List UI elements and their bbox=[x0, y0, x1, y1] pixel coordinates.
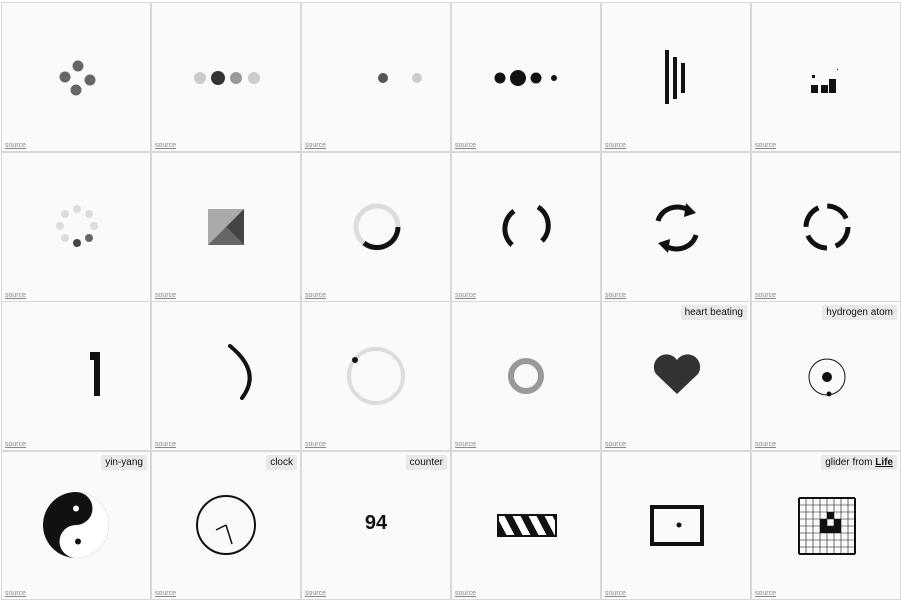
cell-pulse-ring: source bbox=[451, 301, 601, 451]
counter-value: 94 bbox=[364, 512, 388, 534]
source-link[interactable]: source bbox=[755, 590, 776, 597]
cell-growing-dots: source bbox=[451, 2, 601, 152]
yin-yang-icon bbox=[43, 492, 109, 558]
label-glider-prefix: glider from bbox=[825, 457, 876, 468]
cell-dots-cross: source bbox=[1, 2, 151, 152]
cell-blocks: source bbox=[751, 2, 901, 152]
cell-heart: heart beating source bbox=[601, 301, 751, 451]
label-glider: glider from Life bbox=[821, 455, 897, 470]
four-dots-spinner-icon bbox=[194, 71, 260, 85]
cell-dot-ring: source bbox=[1, 152, 151, 302]
refresh-arrows-spinner-icon bbox=[655, 203, 699, 253]
clock-icon bbox=[196, 495, 256, 555]
folding-square-spinner-icon bbox=[208, 209, 244, 245]
label-heart-beating: heart beating bbox=[680, 305, 747, 320]
crescent-spinner-icon bbox=[228, 344, 252, 400]
cell-digit: source bbox=[1, 301, 151, 451]
source-link[interactable]: source bbox=[605, 142, 626, 149]
label-counter: counter bbox=[405, 455, 447, 470]
glider-live-cell bbox=[820, 526, 827, 533]
bouncing-box-icon bbox=[650, 505, 704, 546]
source-link[interactable]: source bbox=[5, 590, 26, 597]
source-link[interactable]: source bbox=[305, 292, 326, 299]
source-link[interactable]: source bbox=[305, 142, 326, 149]
hydrogen-atom-icon bbox=[808, 358, 846, 397]
cell-crescent: source bbox=[151, 301, 301, 451]
cell-dashed-ring: source bbox=[751, 152, 901, 302]
life-link[interactable]: Life bbox=[875, 457, 893, 468]
pulse-ring-spinner-icon bbox=[508, 358, 544, 394]
label-yin-yang: yin-yang bbox=[101, 455, 147, 470]
cell-two-arcs: source bbox=[451, 152, 601, 302]
ring-arc-spinner-icon bbox=[353, 203, 401, 251]
source-link[interactable]: source bbox=[455, 292, 476, 299]
dashed-ring-spinner-icon bbox=[803, 203, 851, 251]
source-link[interactable]: source bbox=[605, 590, 626, 597]
two-dots-spinner-icon bbox=[378, 73, 422, 83]
glider-live-cell bbox=[834, 526, 841, 533]
source-link[interactable]: source bbox=[5, 292, 26, 299]
bars-spinner-icon bbox=[665, 50, 685, 104]
cell-glider: glider from Life source bbox=[751, 451, 901, 600]
source-link[interactable]: source bbox=[755, 142, 776, 149]
source-link[interactable]: source bbox=[5, 441, 26, 448]
source-link[interactable]: source bbox=[455, 441, 476, 448]
growing-dots-spinner-icon bbox=[494, 70, 557, 86]
dot-ring-spinner-icon bbox=[56, 205, 98, 247]
source-link[interactable]: source bbox=[155, 292, 176, 299]
source-link[interactable]: source bbox=[755, 441, 776, 448]
cell-bars: source bbox=[601, 2, 751, 152]
source-link[interactable]: source bbox=[755, 292, 776, 299]
cell-four-dots: source bbox=[151, 2, 301, 152]
cell-bouncing-box: source bbox=[601, 451, 751, 600]
cell-ring-arc: source bbox=[301, 152, 451, 302]
cell-two-dots: source bbox=[301, 2, 451, 152]
cell-folding-square: source bbox=[151, 152, 301, 302]
two-arcs-spinner-icon bbox=[502, 204, 551, 247]
source-link[interactable]: source bbox=[605, 441, 626, 448]
cell-clock: clock source bbox=[151, 451, 301, 600]
source-link[interactable]: source bbox=[5, 142, 26, 149]
label-hydrogen-atom: hydrogen atom bbox=[822, 305, 897, 320]
source-link[interactable]: source bbox=[455, 590, 476, 597]
source-link[interactable]: source bbox=[305, 590, 326, 597]
source-link[interactable]: source bbox=[455, 142, 476, 149]
source-link[interactable]: source bbox=[155, 142, 176, 149]
cell-counter: 94 counter source bbox=[301, 451, 451, 600]
blocks-spinner-icon bbox=[811, 69, 838, 93]
cell-orbit-dot: source bbox=[301, 301, 451, 451]
digit-one-icon bbox=[90, 352, 100, 396]
label-clock: clock bbox=[266, 455, 297, 470]
cell-refresh-arrows: source bbox=[601, 152, 751, 302]
source-link[interactable]: source bbox=[305, 441, 326, 448]
cell-hydrogen-atom: hydrogen atom source bbox=[751, 301, 901, 451]
spinner-gallery: source source source source source sourc… bbox=[0, 0, 901, 600]
heart-icon bbox=[653, 354, 701, 394]
glider-live-cell bbox=[834, 519, 841, 526]
glider-live-cell bbox=[820, 519, 827, 526]
orbit-dot-spinner-icon bbox=[347, 347, 405, 405]
cell-striped-bar: source bbox=[451, 451, 601, 600]
source-link[interactable]: source bbox=[155, 590, 176, 597]
glider-live-cell bbox=[827, 526, 834, 533]
cell-yin-yang: yin-yang source bbox=[1, 451, 151, 600]
glider-grid-icon bbox=[798, 497, 856, 555]
source-link[interactable]: source bbox=[155, 441, 176, 448]
dots-cross-spinner-icon bbox=[59, 60, 96, 96]
source-link[interactable]: source bbox=[605, 292, 626, 299]
glider-live-cell bbox=[827, 512, 834, 519]
striped-progress-bar-icon bbox=[497, 514, 557, 537]
